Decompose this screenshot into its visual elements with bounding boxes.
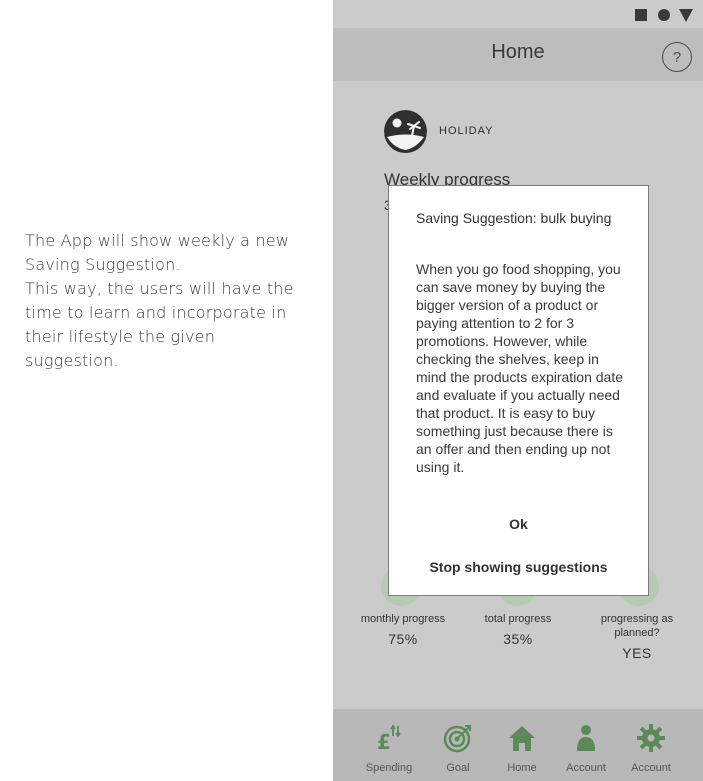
nav-label: Spending	[365, 762, 413, 774]
home-dot-icon	[658, 9, 670, 21]
suggestion-dialog: Saving Suggestion: bulk buying When you …	[388, 185, 649, 596]
annotation-text: The App will show weekly a new Saving Su…	[25, 229, 310, 373]
nav-label: Account	[566, 762, 606, 774]
help-button[interactable]: ?	[662, 42, 692, 72]
dialog-body: When you go food shopping, you can save …	[416, 261, 624, 475]
page-title: Home	[491, 41, 545, 63]
nav-label: Home	[507, 762, 537, 774]
phone-screen: Home ? HOLIDAY Weekly progress 3 monthly…	[333, 0, 703, 781]
gear-icon	[637, 724, 665, 752]
home-icon	[509, 726, 535, 751]
annotation-line-2: This way, the users will have the time t…	[25, 279, 294, 370]
stat-label: progressing as planned?	[600, 613, 674, 639]
help-icon: ?	[672, 48, 682, 66]
nav-settings[interactable]: Account	[618, 709, 684, 781]
nav-account[interactable]: Account	[553, 709, 619, 781]
recent-apps-icon	[635, 9, 647, 21]
dialog-title: Saving Suggestion: bulk buying	[416, 210, 612, 226]
pound-transfer-icon: £	[377, 724, 401, 753]
stat-monthly: monthly progress 75%	[353, 612, 453, 647]
stat-value: 35%	[503, 631, 533, 647]
stat-label: monthly progress	[360, 613, 446, 625]
ok-button[interactable]: Ok	[389, 516, 648, 532]
status-bar	[333, 0, 703, 28]
nav-spending[interactable]: £ Spending	[356, 709, 422, 781]
stat-value: 75%	[388, 631, 418, 647]
nav-home[interactable]: Home	[489, 709, 555, 781]
stat-value: YES	[622, 645, 652, 661]
bottom-nav: £ Spending Goal Home Account Account	[333, 709, 703, 781]
goal-name: HOLIDAY	[439, 125, 494, 137]
stop-suggestions-button[interactable]: Stop showing suggestions	[389, 559, 648, 575]
signal-icon	[679, 9, 693, 22]
nav-label: Goal	[446, 762, 470, 774]
target-icon	[443, 725, 471, 753]
person-icon	[577, 725, 595, 751]
nav-label: Account	[631, 762, 671, 774]
stat-label: total progress	[484, 613, 552, 625]
nav-goal[interactable]: Goal	[425, 709, 491, 781]
stat-planned: progressing as planned? YES	[587, 612, 687, 661]
stat-total: total progress 35%	[468, 612, 568, 647]
app-header: Home ?	[333, 28, 703, 81]
annotation-line-1: The App will show weekly a new Saving Su…	[25, 231, 290, 274]
holiday-avatar-icon	[384, 110, 427, 153]
svg-text:£: £	[377, 730, 391, 753]
